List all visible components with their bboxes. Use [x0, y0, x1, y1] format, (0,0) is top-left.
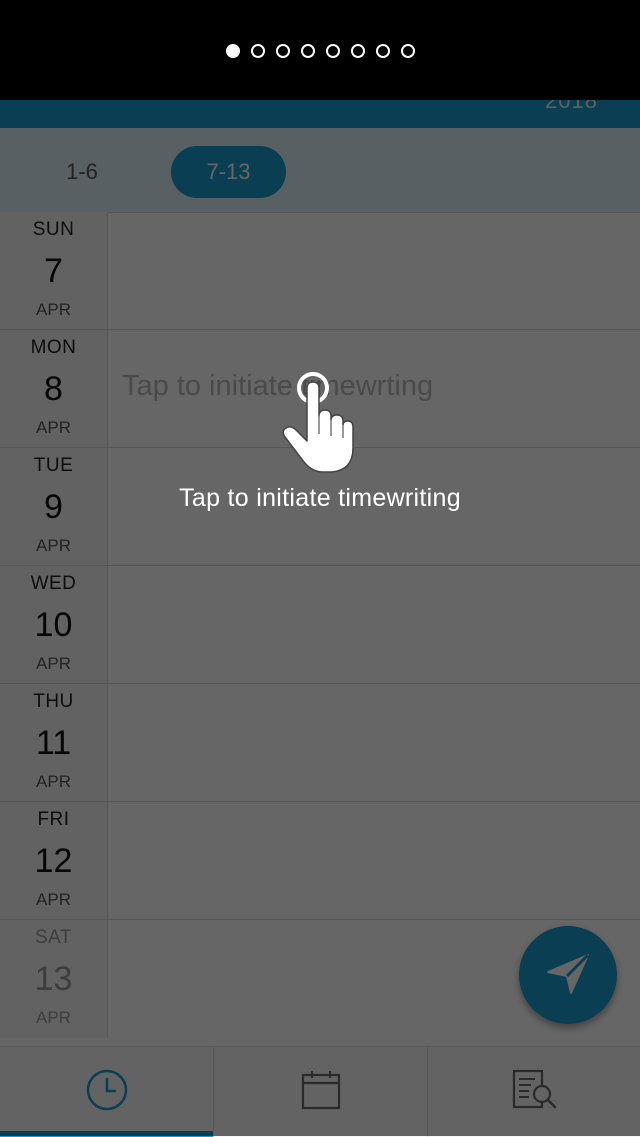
week-tab-1[interactable]: 1-6 [30, 146, 134, 198]
day-header: MON 8 APR [0, 330, 108, 447]
day-of-week: MON [30, 337, 77, 358]
day-month: APR [36, 418, 71, 437]
day-header: FRI 12 APR [0, 802, 108, 919]
day-header: SAT 13 APR [0, 920, 108, 1038]
day-row-tue[interactable]: TUE 9 APR [0, 448, 640, 566]
year-label: 2018 [545, 88, 598, 113]
clock-icon [85, 1068, 129, 1117]
day-row-sun[interactable]: SUN 7 APR [0, 212, 640, 330]
day-list: SUN 7 APR MON 8 APR Tap to initiate time… [0, 212, 640, 1046]
calendar-icon [299, 1068, 343, 1117]
day-number: 13 [34, 960, 73, 998]
day-of-week: FRI [37, 809, 70, 830]
day-number: 10 [34, 606, 73, 644]
tab-timesheet[interactable] [0, 1047, 213, 1137]
day-header: THU 11 APR [0, 684, 108, 801]
week-tab-2-selected[interactable]: 7-13 [171, 146, 286, 198]
tab-reports[interactable] [427, 1047, 640, 1137]
day-row-fri[interactable]: FRI 12 APR [0, 802, 640, 920]
day-of-week: SAT [34, 927, 73, 948]
day-of-week: THU [33, 691, 74, 712]
day-month: APR [36, 772, 71, 791]
report-search-icon [511, 1068, 559, 1117]
day-number: 12 [34, 842, 73, 880]
active-tab-indicator [0, 1131, 213, 1137]
day-header: WED 10 APR [0, 566, 108, 683]
day-number: 8 [44, 370, 63, 408]
send-button[interactable] [519, 926, 617, 1024]
entry-placeholder[interactable]: Tap to initiate timewrting [122, 370, 433, 403]
day-of-week: WED [30, 573, 77, 594]
bottom-tab-bar [0, 1046, 640, 1137]
day-row-wed[interactable]: WED 10 APR [0, 566, 640, 684]
day-month: APR [36, 536, 71, 555]
day-number: 11 [35, 724, 72, 762]
tab-calendar[interactable] [213, 1047, 427, 1137]
day-month: APR [36, 1008, 71, 1027]
app-header: 2018 [0, 0, 640, 128]
day-month: APR [36, 890, 71, 909]
week-selector: 1-6 7-13 [0, 128, 640, 213]
day-number: 9 [44, 488, 63, 526]
day-header: TUE 9 APR [0, 448, 108, 565]
day-of-week: TUE [33, 455, 74, 476]
day-row-thu[interactable]: THU 11 APR [0, 684, 640, 802]
day-number: 7 [44, 252, 63, 290]
day-month: APR [36, 654, 71, 673]
day-of-week: SUN [32, 219, 75, 240]
day-month: APR [36, 300, 71, 319]
day-row-mon[interactable]: MON 8 APR Tap to initiate timewrting [0, 330, 640, 448]
send-icon [545, 950, 591, 1001]
day-header: SUN 7 APR [0, 212, 108, 329]
